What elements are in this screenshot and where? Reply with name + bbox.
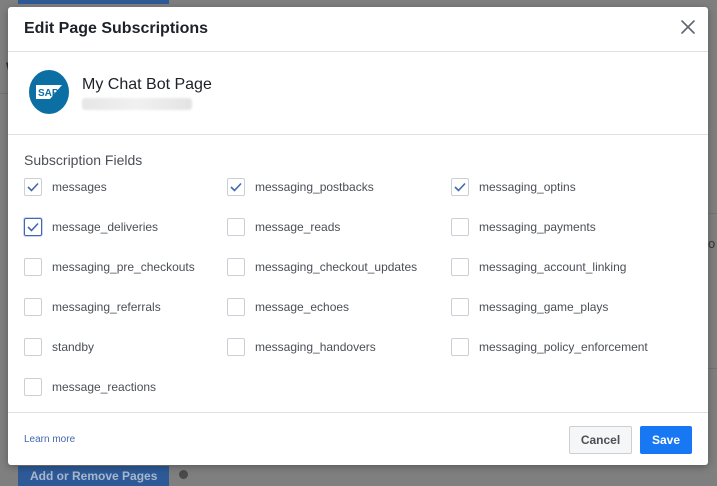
checkbox[interactable] [227,298,245,316]
subscription-field-messaging-postbacks[interactable]: messaging_postbacks [227,177,374,197]
page-name: My Chat Bot Page [82,76,212,93]
checkbox[interactable] [227,218,245,236]
subscription-field-messaging-handovers[interactable]: messaging_handovers [227,337,376,357]
subscription-field-messages[interactable]: messages [24,177,107,197]
subscription-field-message-echoes[interactable]: message_echoes [227,297,349,317]
field-label: messaging_policy_enforcement [479,340,648,354]
subscription-field-messaging-policy-enforcement[interactable]: messaging_policy_enforcement [451,337,648,357]
field-label: messaging_referrals [52,300,161,314]
page-avatar: SAP [29,70,69,114]
subscription-field-messaging-referrals[interactable]: messaging_referrals [24,297,161,317]
checkbox[interactable] [24,258,42,276]
checkbox[interactable] [227,258,245,276]
background-divider [708,368,717,369]
dialog-header: Edit Page Subscriptions [8,7,708,52]
checkmark-icon [230,182,242,192]
checkbox[interactable] [24,378,42,396]
subscription-fields-title: Subscription Fields [24,152,143,168]
field-label: message_echoes [255,300,350,314]
checkbox[interactable] [24,178,42,196]
subscription-field-message-reactions[interactable]: message_reactions [24,377,156,397]
checkbox[interactable] [24,338,42,356]
checkbox[interactable] [227,338,245,356]
subscription-field-messaging-optins[interactable]: messaging_optins [451,177,576,197]
redacted-page-id [82,98,192,110]
subscription-field-messaging-payments[interactable]: messaging_payments [451,217,596,237]
field-label: standby [52,340,95,354]
field-label: message_reactions [52,380,157,394]
checkmark-icon [27,222,39,232]
subscription-field-message-reads[interactable]: message_reads [227,217,340,237]
subscription-field-message-deliveries[interactable]: message_deliveries [24,217,158,237]
field-label: messaging_game_plays [479,300,609,314]
save-button[interactable]: Save [640,426,692,454]
cancel-button[interactable]: Cancel [569,426,632,454]
checkbox[interactable] [451,178,469,196]
page-info: SAP My Chat Bot Page [8,52,708,135]
checkbox[interactable] [451,338,469,356]
background-button-top [18,0,169,4]
field-label: message_reads [255,220,341,234]
background-text-fragment: o [708,236,716,251]
field-label: messaging_handovers [255,340,376,354]
field-label: messaging_pre_checkouts [52,260,195,274]
field-label: messaging_checkout_updates [255,260,418,274]
checkmark-icon [27,182,39,192]
checkmark-icon [454,182,466,192]
subscription-field-messaging-pre-checkouts[interactable]: messaging_pre_checkouts [24,257,195,277]
field-label: messaging_postbacks [255,180,374,194]
checkbox[interactable] [451,258,469,276]
field-label: message_deliveries [52,220,159,234]
sap-logo-text: SAP [38,88,59,99]
checkbox[interactable] [24,298,42,316]
learn-more-link[interactable]: Learn more [24,434,75,445]
field-label: messaging_account_linking [479,260,627,274]
field-label: messages [52,180,107,194]
checkbox[interactable] [24,218,42,236]
checkbox[interactable] [451,218,469,236]
dialog-title: Edit Page Subscriptions [24,20,209,37]
close-icon[interactable] [680,19,696,35]
subscription-field-messaging-checkout-updates[interactable]: messaging_checkout_updates [227,257,417,277]
field-label: messaging_optins [479,180,576,194]
dialog-footer: Learn more Cancel Save [8,412,708,466]
edit-subscriptions-dialog: Edit Page Subscriptions SAP My Chat Bot … [8,7,708,465]
background-divider [708,213,717,214]
subscription-field-messaging-game-plays[interactable]: messaging_game_plays [451,297,608,317]
checkbox[interactable] [451,298,469,316]
checkbox[interactable] [227,178,245,196]
subscription-field-standby[interactable]: standby [24,337,94,357]
help-icon [179,470,188,479]
add-remove-pages-button: Add or Remove Pages [18,466,169,486]
sap-logo-icon: SAP [36,85,62,99]
field-label: messaging_payments [479,220,596,234]
background-divider [0,93,8,94]
subscription-field-messaging-account-linking[interactable]: messaging_account_linking [451,257,626,277]
